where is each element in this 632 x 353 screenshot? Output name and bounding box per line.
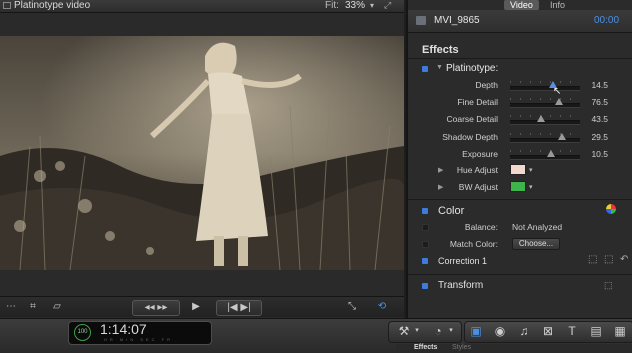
- step-forward-icon[interactable]: ▸▸: [157, 302, 167, 313]
- distort-icon[interactable]: ▱: [50, 300, 64, 314]
- view-options-icon[interactable]: ⋯: [4, 300, 18, 314]
- param-slider-track[interactable]: [510, 155, 580, 160]
- inspector-tabs: Video Info: [408, 0, 632, 10]
- chevron-down-icon[interactable]: ▾: [370, 0, 374, 12]
- divider: [408, 58, 632, 59]
- param-slider-ticks: [510, 115, 580, 117]
- generators-icon[interactable]: ▤: [586, 322, 606, 340]
- bw-adjust-label: BW Adjust: [458, 182, 498, 192]
- loop-icon[interactable]: ⟲: [372, 300, 392, 314]
- param-slider-ticks: [510, 98, 580, 100]
- correction-label: Correction 1: [438, 256, 488, 266]
- param-value[interactable]: 29.5: [578, 132, 608, 142]
- chevron-down-icon[interactable]: ▾: [529, 166, 533, 174]
- fullscreen-icon[interactable]: ⤡: [344, 300, 360, 314]
- param-value[interactable]: 43.5: [578, 114, 608, 124]
- color-title: Color: [438, 205, 465, 217]
- mask-icon[interactable]: ⬚: [588, 254, 597, 265]
- reset-icon[interactable]: ↶: [620, 254, 628, 265]
- choose-button[interactable]: Choose...: [512, 238, 560, 250]
- transitions-icon[interactable]: ⊠: [538, 322, 558, 340]
- tab-video[interactable]: Video: [504, 0, 539, 10]
- param-label: Fine Detail: [457, 97, 498, 107]
- color-enable-checkbox[interactable]: [422, 208, 428, 214]
- clip-icon: [416, 16, 426, 25]
- param-slider-knob[interactable]: [537, 115, 545, 122]
- param-label: Coarse Detail: [446, 114, 499, 124]
- match-color-label: Match Color:: [449, 239, 498, 249]
- param-value[interactable]: 10.5: [578, 149, 608, 159]
- inspector-toggle-icon[interactable]: ▣: [466, 322, 486, 340]
- param-slider-track[interactable]: [510, 138, 580, 143]
- transform-title: Transform: [438, 280, 484, 291]
- chevron-down-icon[interactable]: ▾: [446, 322, 456, 340]
- skip-start-icon[interactable]: |◀: [227, 302, 237, 313]
- divider: [408, 274, 632, 275]
- hue-adjust-swatch[interactable]: [510, 164, 526, 175]
- timecode-value: 1:14:07: [100, 321, 147, 337]
- fit-zoom-value[interactable]: 33%: [345, 0, 365, 12]
- divider: [408, 199, 632, 200]
- param-value[interactable]: 76.5: [578, 97, 608, 107]
- fit-label: Fit:: [325, 0, 339, 11]
- effect-enable-checkbox[interactable]: [422, 66, 428, 72]
- chevron-down-icon[interactable]: ▾: [529, 183, 533, 191]
- param-label: Shadow Depth: [442, 132, 498, 142]
- tab-styles[interactable]: Styles: [452, 344, 471, 352]
- expand-icon[interactable]: ⤢: [384, 1, 396, 10]
- frame-step-buttons: ◂◂ ▸▸: [132, 300, 180, 316]
- param-slider-knob[interactable]: [555, 98, 563, 105]
- skip-buttons: |◀ ▶|: [216, 300, 262, 316]
- param-label: Depth: [475, 80, 498, 90]
- effects-title: Effects: [422, 44, 459, 56]
- play-icon[interactable]: ▶: [188, 300, 204, 314]
- clip-timecode: 00:00: [594, 15, 620, 26]
- titles-icon[interactable]: T: [562, 322, 582, 340]
- hue-adjust-label: Hue Adjust: [456, 165, 498, 175]
- transform-onscreen-icon[interactable]: ⬚: [604, 280, 613, 291]
- music-icon[interactable]: ♫: [514, 322, 534, 340]
- tab-effects[interactable]: Effects: [414, 344, 437, 352]
- viewer-title-bar: Platinotype video Fit: 33% ▾ ⤢: [0, 0, 404, 13]
- transform-enable-checkbox[interactable]: [422, 283, 428, 289]
- param-slider-track[interactable]: [510, 120, 580, 125]
- photos-icon[interactable]: ◉: [490, 322, 510, 340]
- bw-adjust-swatch[interactable]: [510, 181, 526, 192]
- correction-enable-checkbox[interactable]: [422, 258, 428, 264]
- mouse-cursor-icon: ↖: [553, 86, 562, 97]
- param-value[interactable]: 14.5: [578, 80, 608, 90]
- viewer-panel: Platinotype video Fit: 33% ▾ ⤢ ⋯ ⌗ ▱ ◂◂ …: [0, 0, 404, 318]
- disclosure-triangle-icon[interactable]: ▼: [436, 64, 443, 71]
- themes-icon[interactable]: ▦: [610, 322, 630, 340]
- viewer-window-icon: [3, 2, 11, 9]
- transport-bar: ⋯ ⌗ ▱ ◂◂ ▸▸ ▶ |◀ ▶| ⤡ ⟲: [0, 296, 404, 317]
- tab-info[interactable]: Info: [544, 0, 571, 10]
- select-tool-icon[interactable]: ⚒: [394, 322, 414, 340]
- timecode-percent-badge: 100: [74, 324, 91, 341]
- clip-name: MVI_9865: [434, 15, 480, 26]
- param-slider-knob[interactable]: [558, 133, 566, 140]
- crop-icon[interactable]: ⌗: [26, 300, 40, 314]
- color-wheel-icon[interactable]: [606, 204, 616, 214]
- video-frame: [0, 36, 404, 270]
- chevron-down-icon[interactable]: ▾: [412, 322, 422, 340]
- step-back-icon[interactable]: ◂◂: [145, 302, 155, 313]
- balance-value: Not Analyzed: [512, 222, 563, 232]
- clip-header: MVI_9865 00:00: [408, 10, 632, 33]
- enhance-tool-icon[interactable]: ◔: [428, 322, 448, 340]
- param-slider-track[interactable]: [510, 86, 580, 91]
- shape-mask-icon[interactable]: ⬚: [604, 254, 613, 265]
- balance-label: Balance:: [464, 222, 498, 232]
- param-label: Exposure: [462, 149, 498, 159]
- viewer-title: Platinotype video: [14, 0, 91, 11]
- inspector-panel: Video Info MVI_9865 00:00 Effects ▼ Plat…: [406, 0, 632, 318]
- skip-end-icon[interactable]: ▶|: [240, 302, 250, 313]
- param-slider-track[interactable]: [510, 103, 580, 108]
- param-slider-ticks: [510, 81, 580, 83]
- effect-name: Platinotype:: [446, 63, 499, 74]
- param-slider-ticks: [510, 150, 580, 152]
- timecode-units: HR MIN SEC FR: [104, 337, 173, 342]
- param-slider-ticks: [510, 133, 580, 135]
- param-slider-knob[interactable]: [547, 150, 555, 157]
